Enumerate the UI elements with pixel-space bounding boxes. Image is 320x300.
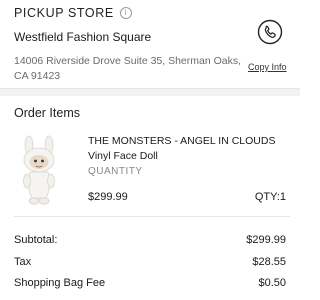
shopping-bag-fee-label: Shopping Bag Fee [14,277,106,289]
phone-icon[interactable] [257,19,283,45]
subtotal-label: Subtotal: [14,234,58,246]
copy-info-link[interactable]: Copy Info [248,62,287,72]
info-icon[interactable]: i [119,7,132,19]
pickup-store-title-text: PICKUP STORE [14,6,114,20]
tax-label: Tax [14,256,32,268]
product-image[interactable] [14,135,64,211]
shopping-bag-fee-value: $0.50 [258,277,286,289]
store-address: 14006 Riverside Drove Suite 35, Sherman … [14,55,242,82]
shopping-bag-fee-row: Shopping Bag Fee $0.50 [14,277,286,289]
summary-divider [14,216,290,217]
quantity-label: QUANTITY [88,166,143,177]
pickup-store-title: PICKUP STORE i [14,6,132,20]
subtotal-row: Subtotal: $299.99 [14,234,286,246]
tax-value: $28.55 [252,256,286,268]
subtotal-value: $299.99 [246,234,286,246]
order-items-title: Order Items [14,106,80,120]
section-divider [0,88,300,96]
tax-row: Tax $28.55 [14,256,286,268]
product-quantity: QTY:1 [254,191,286,203]
product-price: $299.99 [88,191,128,203]
store-name: Westfield Fashion Square [14,30,152,44]
product-name[interactable]: THE MONSTERS - ANGEL IN CLOUDS Vinyl Fac… [88,134,293,164]
